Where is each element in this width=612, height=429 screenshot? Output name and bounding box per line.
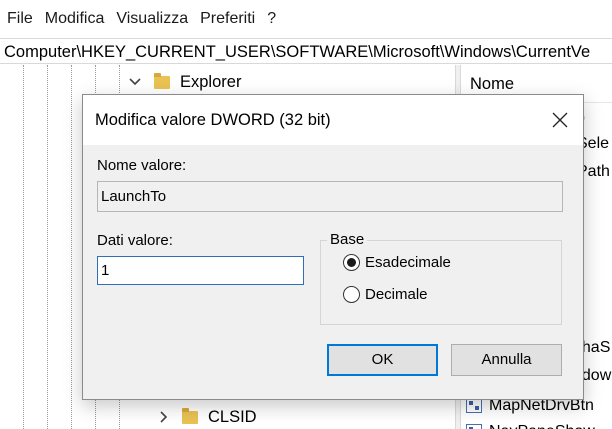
registry-binary-icon <box>466 398 482 413</box>
radio-decimal-label: Decimale <box>365 286 428 303</box>
ok-button[interactable]: OK <box>327 344 438 376</box>
radio-hexadecimal[interactable]: Esadecimale <box>343 254 451 271</box>
address-path: Computer\HKEY_CURRENT_USER\SOFTWARE\Micr… <box>4 43 591 61</box>
dialog-titlebar[interactable]: Modifica valore DWORD (32 bit) <box>83 95 583 145</box>
menu-file[interactable]: File <box>0 0 39 38</box>
tree-item-explorer[interactable]: Explorer <box>128 69 241 95</box>
menu-modifica[interactable]: Modifica <box>39 0 111 38</box>
tree-item-label: Explorer <box>180 72 242 91</box>
menu-visualizza[interactable]: Visualizza <box>110 0 194 38</box>
folder-icon <box>154 72 170 89</box>
tree-guide-line <box>47 65 48 429</box>
radio-hexadecimal-label: Esadecimale <box>365 254 451 271</box>
registry-binary-icon <box>466 424 482 429</box>
tree-item-clsid[interactable]: CLSID <box>156 404 257 429</box>
tree-guide-line <box>71 65 72 429</box>
address-bar[interactable]: Computer\HKEY_CURRENT_USER\SOFTWARE\Micr… <box>0 38 612 64</box>
dialog-title: Modifica valore DWORD (32 bit) <box>95 111 331 129</box>
list-item[interactable]: NavPaneShow <box>461 419 612 429</box>
close-icon <box>552 112 568 128</box>
cancel-button[interactable]: Annulla <box>451 344 562 376</box>
chevron-down-icon[interactable] <box>128 75 142 89</box>
list-item-label: NavPaneShow <box>489 419 595 429</box>
radio-unchecked-icon[interactable] <box>343 286 360 303</box>
base-group-label: Base <box>327 231 368 249</box>
tree-guide-line <box>23 65 24 429</box>
radio-checked-icon[interactable] <box>343 254 360 271</box>
radio-decimal[interactable]: Decimale <box>343 286 428 303</box>
value-data-input[interactable] <box>97 256 304 285</box>
column-header-label: Nome <box>470 75 515 93</box>
menu-bar: File Modifica Visualizza Preferiti ? <box>0 0 612 38</box>
base-groupbox: Base Esadecimale Decimale <box>320 231 562 325</box>
value-name-label: Nome valore: <box>97 157 187 174</box>
folder-icon <box>182 407 198 424</box>
menu-help[interactable]: ? <box>261 0 282 38</box>
tree-item-label: CLSID <box>208 407 257 426</box>
chevron-right-icon[interactable] <box>156 410 170 424</box>
value-name-field: LaunchTo <box>97 181 563 212</box>
edit-dword-dialog: Modifica valore DWORD (32 bit) Nome valo… <box>82 94 584 400</box>
close-button[interactable] <box>537 95 583 145</box>
value-data-label: Dati valore: <box>97 232 173 249</box>
menu-preferiti[interactable]: Preferiti <box>194 0 261 38</box>
